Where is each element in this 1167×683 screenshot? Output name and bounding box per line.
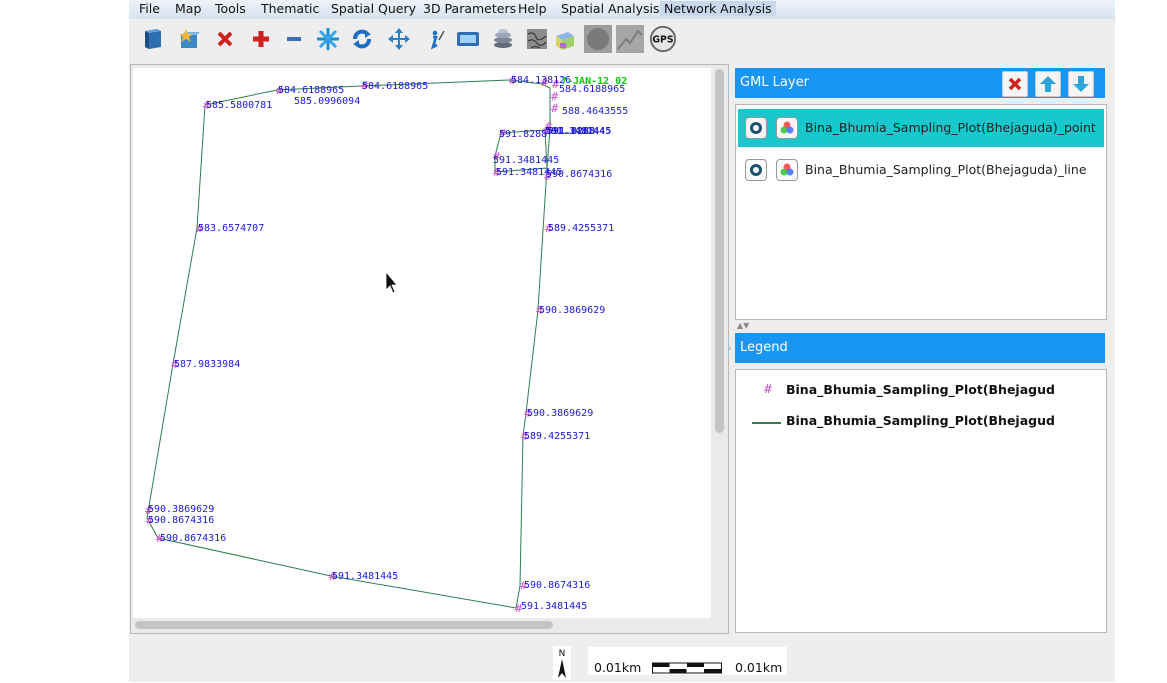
zoom-extent-icon[interactable]	[314, 23, 342, 55]
elevation-label: 590.3869629	[539, 305, 605, 316]
layer-panel: GML Layer Bina_Bhumia_Sampling_Plot(Bhej…	[735, 64, 1107, 633]
open-layer-icon[interactable]	[138, 23, 166, 55]
gml-layer-list: Bina_Bhumia_Sampling_Plot(Bhejaguda)_poi…	[735, 104, 1107, 341]
identify-icon[interactable]	[421, 23, 449, 55]
gps-label: GPS	[652, 35, 673, 46]
close-icon	[1008, 77, 1022, 91]
mouse-cursor	[385, 270, 398, 294]
map-horizontal-scrollbar[interactable]	[135, 621, 553, 629]
layer-name: Bina_Bhumia_Sampling_Plot(Bhejaguda)_poi…	[805, 120, 1096, 135]
elevation-label: 591.8288	[499, 129, 547, 140]
plot-boundary-line	[146, 79, 551, 609]
north-label: N	[559, 649, 566, 659]
refresh-icon[interactable]	[348, 23, 376, 55]
legend-title: Legend	[740, 340, 788, 355]
elevation-label: 590.8674316	[524, 580, 590, 591]
pan-icon[interactable]	[385, 23, 413, 55]
elevation-label: 590.8674316	[160, 533, 226, 544]
layer-row-point[interactable]: Bina_Bhumia_Sampling_Plot(Bhejaguda)_poi…	[738, 109, 1104, 147]
layer-stack-icon[interactable]	[489, 23, 517, 55]
line-symbol-icon	[752, 422, 781, 424]
menu-file[interactable]: File	[139, 1, 160, 16]
topography-icon[interactable]	[523, 23, 551, 55]
elevation-label: 587.9833984	[174, 359, 240, 370]
scale-bar: 0.01km 0.01km	[588, 647, 787, 675]
elevation-label: 588.4643555	[562, 106, 628, 117]
scale-bar-graphic	[652, 662, 722, 674]
elevation-label: 591.3481445	[332, 571, 398, 582]
elevation-label: 590.3869629	[527, 408, 593, 419]
elevation-label: 584.6188965	[362, 81, 428, 92]
menu-help[interactable]: Help	[518, 1, 547, 16]
menu-3d-parameters[interactable]: 3D Parameters	[423, 1, 516, 16]
panel-splitter[interactable]: ‹	[727, 64, 735, 632]
menu-map[interactable]: Map	[175, 1, 201, 16]
gps-icon[interactable]: GPS	[649, 23, 677, 55]
elevation-label: 590.8674316	[546, 169, 612, 180]
layer-style-icon[interactable]	[776, 117, 798, 139]
menu-spatial-query[interactable]: Spatial Query	[331, 1, 416, 16]
zoom-in-icon[interactable]	[247, 23, 275, 55]
arrow-up-icon	[1040, 76, 1056, 92]
elevation-label: 583.6574707	[198, 223, 264, 234]
toolbar: GPS	[129, 19, 1115, 61]
panel-divider[interactable]: ▲▼	[735, 321, 1105, 331]
add-layer-icon[interactable]	[176, 23, 204, 55]
elevation-label: 589.4255371	[524, 431, 590, 442]
layer-style-icon[interactable]	[776, 159, 798, 181]
legend-item-label: Bina_Bhumia_Sampling_Plot(Bhejagud	[786, 413, 1055, 428]
menu-network-analysis[interactable]: Network Analysis	[660, 1, 776, 16]
elevation-label: 591.8288	[547, 126, 595, 137]
scale-left-label: 0.01km	[594, 660, 642, 675]
point-symbol-icon: #	[763, 382, 774, 396]
menu-spatial-analysis[interactable]: Spatial Analysis	[561, 1, 660, 16]
terrain-icon[interactable]	[616, 23, 644, 55]
layer-visibility-icon[interactable]	[745, 117, 767, 139]
divider-arrows-icon: ▲▼	[737, 321, 750, 330]
elevation-label: 590.8674316	[148, 515, 214, 526]
gis-application-window: File Map Tools Thematic Spatial Query 3D…	[129, 0, 1115, 682]
map-panel: # # # # # # # # # # # # # # # # # # # # # # # # # #584.6188965 585…	[130, 64, 729, 634]
move-layer-up-button[interactable]	[1035, 71, 1061, 97]
elevation-label: 585.5800781	[206, 100, 272, 111]
move-layer-down-button[interactable]	[1068, 71, 1094, 97]
3d-view-icon[interactable]	[551, 23, 579, 55]
remove-layer-icon[interactable]	[211, 23, 239, 55]
point-marker: #	[550, 102, 559, 115]
splitter-arrow-icon: ‹	[728, 344, 732, 354]
remove-gml-layer-button[interactable]	[1002, 71, 1028, 97]
buffer-icon[interactable]	[584, 23, 612, 55]
gml-layer-header: GML Layer	[735, 68, 1105, 98]
elevation-label: 585.0996094	[294, 96, 360, 107]
legend-body: # Bina_Bhumia_Sampling_Plot(Bhejagud Bin…	[735, 369, 1107, 633]
menu-thematic[interactable]: Thematic	[261, 1, 319, 16]
arrow-down-icon	[1073, 76, 1089, 92]
layer-row-line[interactable]: Bina_Bhumia_Sampling_Plot(Bhejaguda)_lin…	[738, 151, 1104, 189]
legend-header: Legend	[735, 333, 1105, 363]
map-date-label: 7-JAN-12 02	[561, 76, 627, 87]
map-vertical-scrollbar[interactable]	[715, 69, 724, 433]
elevation-label: 590.3869629	[148, 504, 214, 515]
legend-item-label: Bina_Bhumia_Sampling_Plot(Bhejagud	[786, 382, 1055, 397]
menu-tools[interactable]: Tools	[215, 1, 246, 16]
elevation-label: 591.3481445	[521, 601, 587, 612]
select-rectangle-icon[interactable]	[454, 23, 482, 55]
elevation-label: 591.3481445	[493, 155, 559, 166]
zoom-out-icon[interactable]	[280, 23, 308, 55]
elevation-label: 589.4255371	[548, 223, 614, 234]
layer-name: Bina_Bhumia_Sampling_Plot(Bhejaguda)_lin…	[805, 162, 1087, 177]
elevation-label: 584.6188965	[278, 85, 344, 96]
gml-layer-title: GML Layer	[740, 75, 809, 90]
north-arrow: N	[553, 646, 571, 680]
map-svg: ### # # ### ### ## #############584.6188965585…	[144, 74, 628, 615]
scale-right-label: 0.01km	[735, 660, 783, 675]
north-arrow-icon: N	[558, 649, 566, 678]
layer-visibility-icon[interactable]	[745, 159, 767, 181]
status-bar: N 0.01km 0.01km	[129, 636, 1115, 682]
menu-bar: File Map Tools Thematic Spatial Query 3D…	[129, 0, 1115, 20]
map-canvas[interactable]: # # # # # # # # # # # # # # # # # # # # # # # # # #584.6188965 585…	[133, 68, 711, 618]
